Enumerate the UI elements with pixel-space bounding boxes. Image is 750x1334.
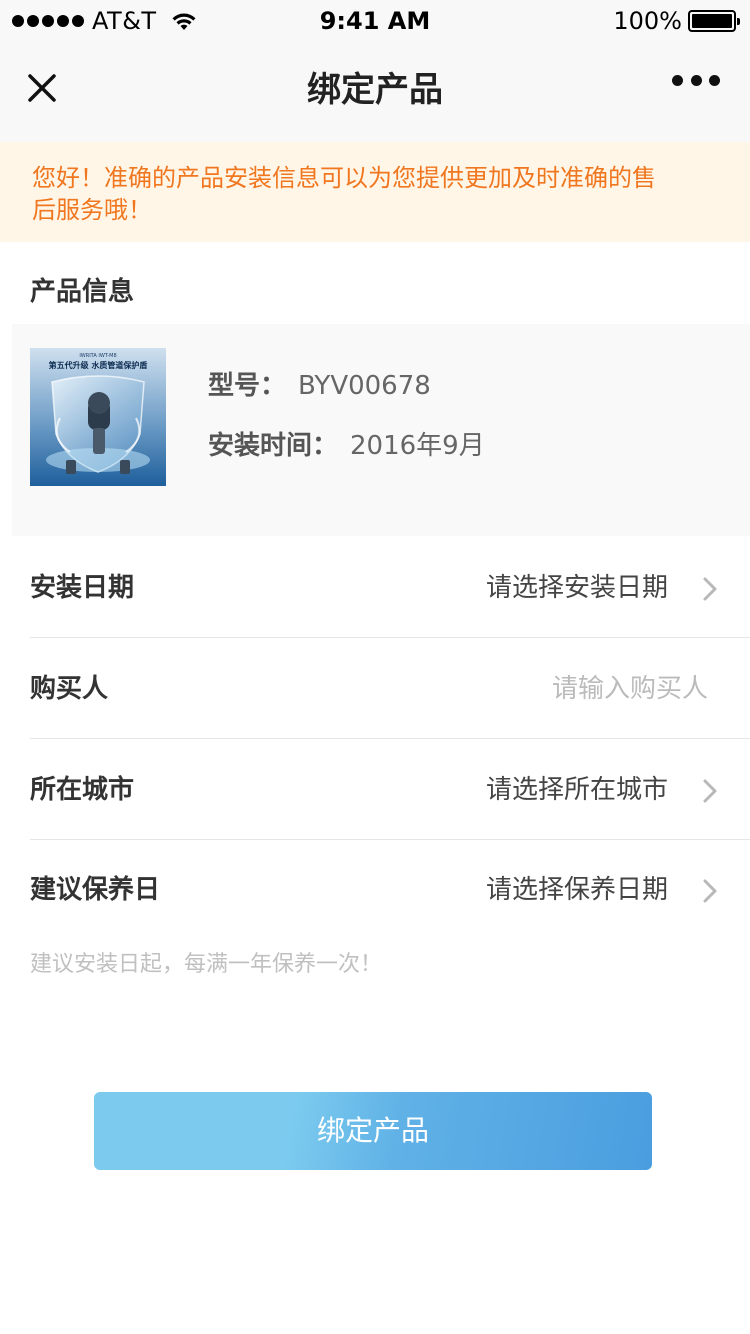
product-info: 型号： BYV00678 安装时间： 2016年9月 bbox=[208, 364, 485, 484]
maintenance-row[interactable]: 建议保养日 请选择保养日期 bbox=[30, 840, 750, 940]
product-image-caption: 第五代升级 水质管道保护盾 bbox=[49, 360, 148, 370]
bind-product-button[interactable]: 绑定产品 bbox=[94, 1092, 652, 1170]
nav-bar: 绑定产品 bbox=[0, 40, 750, 142]
svg-text:IWRITA IWT-M8: IWRITA IWT-M8 bbox=[79, 353, 116, 359]
install-date-row[interactable]: 安装日期 请选择安装日期 bbox=[30, 538, 750, 638]
product-image: IWRITA IWT-M8 第五代升级 水质管道保护盾 bbox=[30, 348, 166, 486]
product-section-title: 产品信息 bbox=[30, 277, 135, 307]
model-value: BYV00678 bbox=[298, 371, 431, 401]
install-date-label: 安装日期 bbox=[30, 573, 135, 603]
chevron-right-icon bbox=[703, 879, 717, 903]
maintenance-hint: 建议安装日起，每满一年保养一次！ bbox=[30, 952, 383, 977]
page-title: 绑定产品 bbox=[307, 70, 443, 110]
model-label: 型号： bbox=[208, 371, 287, 401]
product-card: IWRITA IWT-M8 第五代升级 水质管道保护盾 型号： BYV00678 … bbox=[12, 324, 750, 536]
model-row: 型号： BYV00678 bbox=[208, 364, 485, 424]
city-value: 请选择所在城市 bbox=[485, 775, 668, 805]
chevron-right-icon bbox=[703, 779, 717, 803]
install-date-value: 请选择安装日期 bbox=[485, 573, 668, 603]
install-time-label: 安装时间： bbox=[208, 431, 339, 461]
battery-icon bbox=[688, 10, 740, 32]
city-row[interactable]: 所在城市 请选择所在城市 bbox=[30, 740, 750, 840]
maintenance-value: 请选择保养日期 bbox=[485, 875, 668, 905]
more-icon[interactable] bbox=[672, 70, 720, 90]
buyer-input[interactable] bbox=[408, 667, 708, 711]
status-right: 100% bbox=[613, 6, 740, 36]
install-time-value: 2016年9月 bbox=[350, 431, 485, 461]
buyer-row: 购买人 bbox=[30, 639, 750, 739]
status-bar: AT&T 9:41 AM 100% bbox=[0, 0, 750, 40]
battery-percent: 100% bbox=[613, 7, 682, 35]
install-time-row: 安装时间： 2016年9月 bbox=[208, 424, 485, 484]
city-label: 所在城市 bbox=[30, 775, 135, 805]
buyer-label: 购买人 bbox=[30, 674, 109, 704]
notice-banner: 您好！准确的产品安装信息可以为您提供更加及时准确的售后服务哦！ bbox=[0, 142, 750, 242]
maintenance-label: 建议保养日 bbox=[30, 875, 161, 905]
chevron-right-icon bbox=[703, 577, 717, 601]
